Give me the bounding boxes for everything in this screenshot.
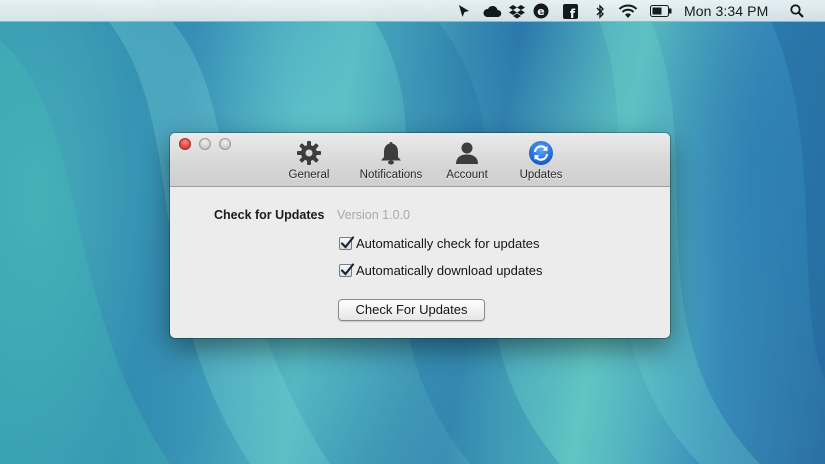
tab-notifications[interactable]: Notifications [350, 139, 432, 183]
version-text: Version 1.0.0 [337, 208, 410, 222]
minimize-window-button[interactable] [199, 138, 211, 150]
zoom-window-button[interactable] [219, 138, 231, 150]
tab-notifications-label: Notifications [359, 169, 423, 181]
battery-icon[interactable] [649, 3, 673, 19]
updates-pane: Check for Updates Version 1.0.0 Automati… [170, 187, 670, 338]
auto-download-checkbox[interactable] [339, 263, 355, 277]
check-for-updates-button[interactable]: Check For Updates [338, 299, 485, 321]
cursor-arrow-icon[interactable] [456, 3, 472, 19]
auto-download-option[interactable]: Automatically download updates [339, 263, 542, 278]
auto-check-label[interactable]: Automatically check for updates [356, 236, 540, 251]
person-icon [453, 139, 481, 167]
tab-account-label: Account [446, 169, 488, 181]
wifi-icon[interactable] [617, 3, 639, 19]
dropbox-icon[interactable] [509, 3, 525, 19]
gear-icon [295, 139, 323, 167]
window-toolbar: General Notifications Account Updates [170, 133, 670, 187]
tab-general[interactable]: General [282, 139, 336, 183]
check-for-updates-label: Check for Updates [214, 208, 325, 222]
desktop: e f Mon 3:34 PM General Notifications Ac… [0, 0, 825, 464]
tab-account[interactable]: Account [440, 139, 494, 183]
facebook-icon[interactable]: f [562, 3, 578, 19]
preferences-window: General Notifications Account Updates Ch… [170, 133, 670, 338]
refresh-icon [527, 139, 555, 167]
bluetooth-icon[interactable] [592, 3, 608, 19]
tab-updates-label: Updates [519, 169, 563, 181]
evernote-icon[interactable]: e [533, 3, 549, 19]
auto-download-label[interactable]: Automatically download updates [356, 263, 542, 278]
svg-text:e: e [537, 5, 544, 18]
checkmark-icon [340, 263, 355, 276]
close-window-button[interactable] [179, 138, 191, 150]
bell-icon [377, 139, 405, 167]
checkmark-icon [340, 236, 355, 249]
tab-updates[interactable]: Updates [514, 139, 568, 183]
tab-general-label: General [288, 169, 330, 181]
auto-check-option[interactable]: Automatically check for updates [339, 236, 540, 251]
cloud-icon[interactable] [481, 3, 503, 19]
menu-bar: e f Mon 3:34 PM [0, 0, 825, 22]
svg-text:f: f [569, 7, 575, 19]
menu-bar-clock[interactable]: Mon 3:34 PM [684, 3, 768, 19]
auto-check-checkbox[interactable] [339, 236, 355, 250]
spotlight-search-icon[interactable] [789, 3, 805, 19]
